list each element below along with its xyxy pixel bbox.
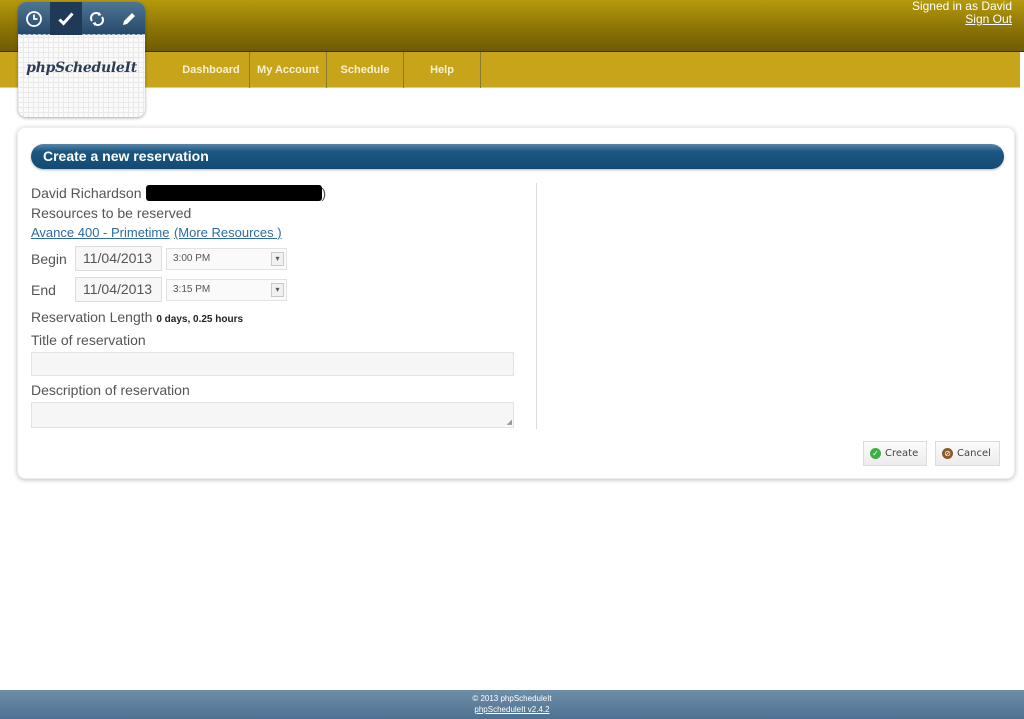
clock-icon — [18, 2, 50, 35]
nav-dashboard[interactable]: Dashboard — [173, 52, 250, 88]
panel-header: Create a new reservation — [31, 144, 1004, 169]
reservation-owner: David Richardson ) — [31, 183, 536, 203]
begin-date-input[interactable]: 11/04/2013 — [75, 246, 162, 271]
cancel-button[interactable]: ⊘ Cancel — [935, 441, 1000, 466]
logo-icon-strip — [18, 2, 145, 35]
title-label: Title of reservation — [31, 332, 146, 348]
resources-label: Resources to be reserved — [31, 205, 192, 221]
begin-label: Begin — [31, 250, 67, 267]
length-label: Reservation Length — [31, 309, 153, 325]
end-label: End — [31, 281, 56, 298]
resize-handle-icon[interactable]: ◢ — [507, 419, 512, 426]
nav-bar: Dashboard My Account Schedule Help — [0, 52, 1020, 88]
checkmark-icon — [49, 2, 82, 35]
reservation-panel: Create a new reservation David Richardso… — [17, 127, 1015, 479]
cancel-label: Cancel — [957, 448, 991, 459]
chevron-down-icon: ▾ — [271, 282, 284, 297]
begin-time-value: 3:00 PM — [173, 252, 211, 264]
user-status: Signed in as David Sign Out — [912, 0, 1012, 26]
begin-time-select[interactable]: 3:00 PM ▾ — [166, 247, 287, 270]
main-nav: Dashboard My Account Schedule Help — [173, 52, 481, 88]
owner-name: David Richardson — [31, 185, 142, 201]
chevron-down-icon: ▾ — [271, 251, 284, 266]
nav-help[interactable]: Help — [404, 52, 481, 88]
begin-row: Begin 11/04/2013 3:00 PM ▾ — [31, 243, 536, 274]
refresh-icon — [82, 2, 114, 35]
length-value: 0 days, 0.25 hours — [156, 314, 244, 325]
description-textarea[interactable]: ◢ — [31, 402, 514, 428]
resource-link[interactable]: Avance 400 - Primetime — [31, 225, 170, 240]
description-label: Description of reservation — [31, 382, 190, 398]
app-logo[interactable]: phpScheduleIt — [18, 2, 145, 117]
reservation-length: Reservation Length 0 days, 0.25 hours — [31, 307, 536, 330]
footer: © 2013 phpScheduleIt phpScheduleIt v2.4.… — [0, 690, 1024, 719]
pencil-icon — [113, 2, 145, 35]
logo-text: phpScheduleIt — [26, 60, 137, 76]
more-resources-link[interactable]: (More Resources ) — [174, 225, 282, 240]
sign-out-link[interactable]: Sign Out — [965, 12, 1012, 26]
top-bar: Signed in as David Sign Out — [0, 0, 1024, 52]
create-button[interactable]: ✓ Create — [863, 441, 928, 466]
end-row: End 11/04/2013 3:15 PM ▾ — [31, 274, 536, 305]
end-time-value: 3:15 PM — [173, 283, 211, 295]
reservation-form: David Richardson ) Resources to be reser… — [31, 183, 537, 429]
resource-links: Avance 400 - Primetime (More Resources ) — [31, 223, 536, 243]
end-time-select[interactable]: 3:15 PM ▾ — [166, 278, 287, 301]
copyright-text: © 2013 phpScheduleIt — [472, 694, 552, 703]
version-link[interactable]: phpScheduleIt v2.4.2 — [474, 705, 549, 714]
nav-my-account[interactable]: My Account — [250, 52, 327, 88]
end-date-input[interactable]: 11/04/2013 — [75, 277, 162, 302]
owner-paren-close: ) — [321, 185, 327, 201]
check-circle-icon: ✓ — [870, 448, 881, 459]
page-title: Create a new reservation — [43, 148, 209, 164]
title-input[interactable] — [31, 352, 514, 376]
nav-schedule[interactable]: Schedule — [327, 52, 404, 88]
create-label: Create — [885, 448, 919, 459]
redacted-email — [145, 185, 322, 201]
cancel-icon: ⊘ — [942, 448, 953, 459]
